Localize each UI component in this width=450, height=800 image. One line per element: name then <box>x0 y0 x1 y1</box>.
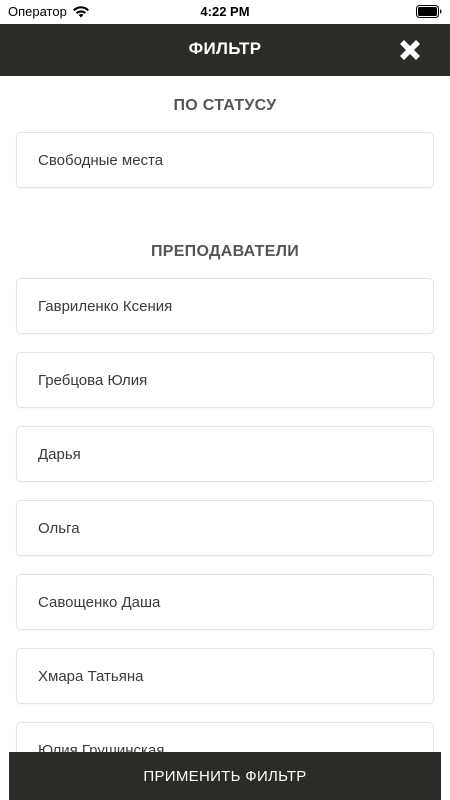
option-label: Ольга <box>38 520 80 537</box>
page-title: ФИЛЬТР <box>188 39 262 58</box>
option-label: Хмара Татьяна <box>38 668 144 685</box>
option-label: Гавриленко Ксения <box>38 298 173 315</box>
filter-content[interactable]: ПО СТАТУСУ Свободные места ПРЕПОДАВАТЕЛИ… <box>0 76 450 752</box>
filter-header: ФИЛЬТР <box>0 24 450 76</box>
option-label: Свободные места <box>38 152 164 169</box>
teacher-option[interactable]: Гавриленко Ксения <box>16 278 434 334</box>
teacher-option[interactable]: Дарья <box>16 426 434 482</box>
apply-filter-button[interactable]: ПРИМЕНИТЬ ФИЛЬТР <box>9 752 441 800</box>
teacher-option[interactable]: Гребцова Юлия <box>16 352 434 408</box>
battery-icon <box>416 5 442 18</box>
option-label: Юлия Грушинская <box>38 742 165 752</box>
status-section-title: ПО СТАТУСУ <box>173 97 277 114</box>
teacher-option[interactable]: Юлия Грушинская <box>16 722 434 752</box>
status-bar: Оператор 4:22 PM <box>0 0 450 24</box>
teacher-option[interactable]: Ольга <box>16 500 434 556</box>
teacher-option[interactable]: Хмара Татьяна <box>16 648 434 704</box>
option-label: Савощенко Даша <box>38 594 161 611</box>
teacher-option[interactable]: Савощенко Даша <box>16 574 434 630</box>
option-label: Дарья <box>38 446 81 463</box>
status-option-free-seats[interactable]: Свободные места <box>16 132 434 188</box>
teachers-section-title: ПРЕПОДАВАТЕЛИ <box>150 243 300 260</box>
close-icon[interactable] <box>394 34 426 66</box>
option-label: Гребцова Юлия <box>38 372 148 389</box>
status-time: 4:22 PM <box>200 4 250 19</box>
